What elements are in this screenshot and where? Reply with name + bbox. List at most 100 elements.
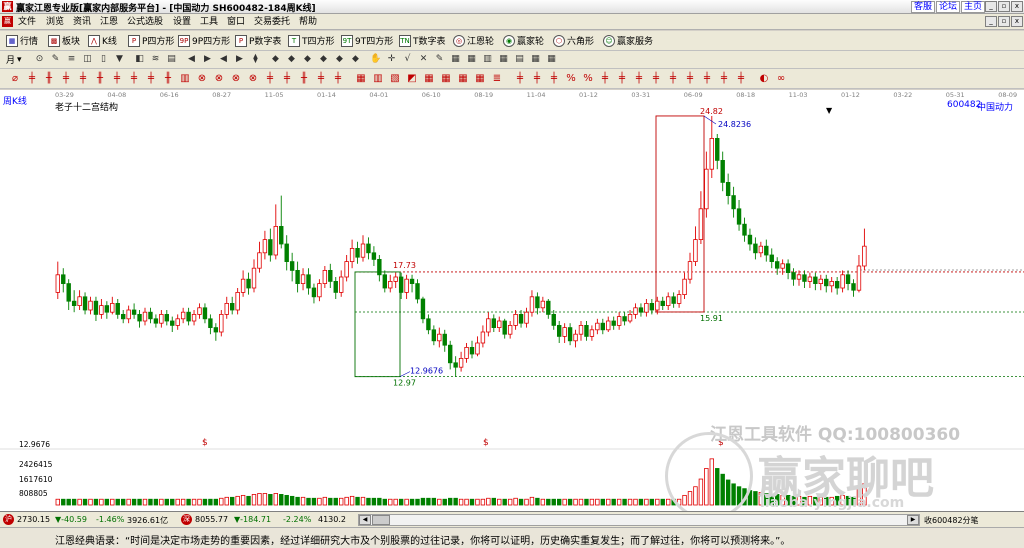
draw-tool-23-icon[interactable]: ✕ <box>418 54 429 65</box>
indicator-tool-2-icon[interactable]: ╫ <box>42 72 56 86</box>
draw-tool-9-icon[interactable]: ◀ <box>186 54 197 65</box>
forum-link[interactable]: 论坛 <box>936 1 961 13</box>
draw-tool-21-icon[interactable]: ✛ <box>386 54 397 65</box>
dropdown-marker-icon[interactable]: ▼ <box>826 106 832 115</box>
scroll-left-icon[interactable]: ◀ <box>359 515 371 525</box>
draw-tool-7-icon[interactable]: ≋ <box>150 54 161 65</box>
indicator-tool-22-icon[interactable]: ▧ <box>388 72 402 86</box>
toolbar-t-square-button[interactable]: T T四方形 <box>288 34 335 47</box>
draw-tool-10-icon[interactable]: ▶ <box>202 54 213 65</box>
close-button[interactable]: x <box>1011 1 1023 12</box>
indicator-tool-9-icon[interactable]: ╫ <box>161 72 175 86</box>
menu-trade[interactable]: 交易委托 <box>254 16 290 28</box>
draw-tool-18-icon[interactable]: ◆ <box>334 54 345 65</box>
menu-formula-select[interactable]: 公式选股 <box>127 16 163 28</box>
draw-tool-29-icon[interactable]: ▤ <box>514 54 525 65</box>
menu-file[interactable]: 文件 <box>18 16 36 28</box>
indicator-tool-13-icon[interactable]: ⊗ <box>229 72 243 86</box>
toolbar-p-number-button[interactable]: P P数字表 <box>235 34 281 47</box>
toolbar-hexagon-button[interactable]: ⬡ 六角形 <box>553 34 594 47</box>
indicator-tool-6-icon[interactable]: ╪ <box>110 72 124 86</box>
indicator-tool-11-icon[interactable]: ⊗ <box>195 72 209 86</box>
indicator-tool-44-icon[interactable]: ∞ <box>774 72 788 86</box>
toolbar-9p-square-button[interactable]: 9P 9P四方形 <box>178 34 230 47</box>
draw-tool-22-icon[interactable]: √ <box>402 54 413 65</box>
menu-window[interactable]: 窗口 <box>227 16 245 28</box>
indicator-tool-17-icon[interactable]: ╫ <box>297 72 311 86</box>
indicator-tool-4-icon[interactable]: ╪ <box>76 72 90 86</box>
shanghai-index-icon[interactable]: 沪 <box>3 514 14 525</box>
draw-tool-6-icon[interactable]: ◧ <box>134 54 145 65</box>
draw-tool-25-icon[interactable]: ▦ <box>450 54 461 65</box>
draw-tool-20-icon[interactable]: ✋ <box>370 54 381 65</box>
toolbar-t-number-button[interactable]: TN T数字表 <box>399 34 446 47</box>
draw-tool-28-icon[interactable]: ▦ <box>498 54 509 65</box>
shenzhen-index-icon[interactable]: 深 <box>181 514 192 525</box>
indicator-tool-35-icon[interactable]: ╪ <box>615 72 629 86</box>
draw-tool-4-icon[interactable]: ▯ <box>98 54 109 65</box>
indicator-tool-28-icon[interactable]: ≣ <box>490 72 504 86</box>
indicator-tool-29-icon[interactable]: ╪ <box>513 72 527 86</box>
indicator-tool-7-icon[interactable]: ╪ <box>127 72 141 86</box>
indicator-tool-36-icon[interactable]: ╪ <box>632 72 646 86</box>
draw-tool-24-icon[interactable]: ✎ <box>434 54 445 65</box>
chart-scrollbar[interactable]: ◀ ▶ <box>358 514 920 526</box>
toolbar-winner-wheel-button[interactable]: ◉ 赢家轮 <box>503 34 544 47</box>
indicator-tool-24-icon[interactable]: ▦ <box>422 72 436 86</box>
doc-minimize-button[interactable]: _ <box>985 16 997 27</box>
indicator-tool-27-icon[interactable]: ▦ <box>473 72 487 86</box>
indicator-tool-41-icon[interactable]: ╪ <box>717 72 731 86</box>
draw-tool-3-icon[interactable]: ◫ <box>82 54 93 65</box>
indicator-tool-37-icon[interactable]: ╪ <box>649 72 663 86</box>
indicator-tool-26-icon[interactable]: ▦ <box>456 72 470 86</box>
indicator-tool-31-icon[interactable]: ╪ <box>547 72 561 86</box>
draw-tool-13-icon[interactable]: ⧫ <box>250 54 261 65</box>
toolbar-9t-square-button[interactable]: 9T 9T四方形 <box>341 34 393 47</box>
toolbar-quotes-button[interactable]: ▦ 行情 <box>6 34 38 47</box>
draw-tool-17-icon[interactable]: ◆ <box>318 54 329 65</box>
indicator-tool-19-icon[interactable]: ╪ <box>331 72 345 86</box>
indicator-tool-3-icon[interactable]: ╪ <box>59 72 73 86</box>
draw-tool-11-icon[interactable]: ◀ <box>218 54 229 65</box>
customer-service-link[interactable]: 客服 <box>911 1 936 13</box>
homepage-link[interactable]: 主页 <box>961 1 986 13</box>
doc-restore-button[interactable]: ▫ <box>998 16 1010 27</box>
draw-tool-5-icon[interactable]: ▼ <box>114 54 125 65</box>
indicator-tool-42-icon[interactable]: ╪ <box>734 72 748 86</box>
scroll-right-icon[interactable]: ▶ <box>907 515 919 525</box>
indicator-tool-40-icon[interactable]: ╪ <box>700 72 714 86</box>
indicator-tool-18-icon[interactable]: ╪ <box>314 72 328 86</box>
indicator-tool-16-icon[interactable]: ╪ <box>280 72 294 86</box>
indicator-tool-34-icon[interactable]: ╪ <box>598 72 612 86</box>
indicator-tool-12-icon[interactable]: ⊗ <box>212 72 226 86</box>
period-select[interactable]: 月 ▾ <box>6 53 22 67</box>
indicator-tool-39-icon[interactable]: ╪ <box>683 72 697 86</box>
draw-tool-2-icon[interactable]: ≡ <box>66 54 77 65</box>
indicator-tool-1-icon[interactable]: ╪ <box>25 72 39 86</box>
draw-tool-19-icon[interactable]: ◆ <box>350 54 361 65</box>
draw-tool-27-icon[interactable]: ▥ <box>482 54 493 65</box>
menu-help[interactable]: 帮助 <box>299 16 317 28</box>
toolbar-service-button[interactable]: ☺ 赢家服务 <box>603 34 653 47</box>
indicator-tool-21-icon[interactable]: ▥ <box>371 72 385 86</box>
minimize-button[interactable]: _ <box>985 1 997 12</box>
draw-tool-8-icon[interactable]: ▤ <box>166 54 177 65</box>
indicator-tool-38-icon[interactable]: ╪ <box>666 72 680 86</box>
toolbar-p-square-button[interactable]: P P四方形 <box>128 34 174 47</box>
indicator-tool-5-icon[interactable]: ╫ <box>93 72 107 86</box>
draw-tool-14-icon[interactable]: ◆ <box>270 54 281 65</box>
indicator-tool-30-icon[interactable]: ╪ <box>530 72 544 86</box>
draw-tool-0-icon[interactable]: ⊙ <box>34 54 45 65</box>
indicator-tool-8-icon[interactable]: ╪ <box>144 72 158 86</box>
indicator-tool-15-icon[interactable]: ╪ <box>263 72 277 86</box>
indicator-tool-10-icon[interactable]: ▥ <box>178 72 192 86</box>
menu-news[interactable]: 资讯 <box>73 16 91 28</box>
draw-tool-26-icon[interactable]: ▦ <box>466 54 477 65</box>
indicator-tool-32-icon[interactable]: % <box>564 72 578 86</box>
toolbar-kline-button[interactable]: ⋀ K线 <box>88 34 117 47</box>
kline-chart-panel[interactable]: 03-29 04-08 06-16 08-27 11-05 01-14 04-01 06-10… <box>0 90 1024 520</box>
toolbar-gann-wheel-button[interactable]: ◎ 江恩轮 <box>453 34 494 47</box>
draw-tool-1-icon[interactable]: ✎ <box>50 54 61 65</box>
draw-tool-15-icon[interactable]: ◆ <box>286 54 297 65</box>
menu-gann[interactable]: 江恩 <box>100 16 118 28</box>
